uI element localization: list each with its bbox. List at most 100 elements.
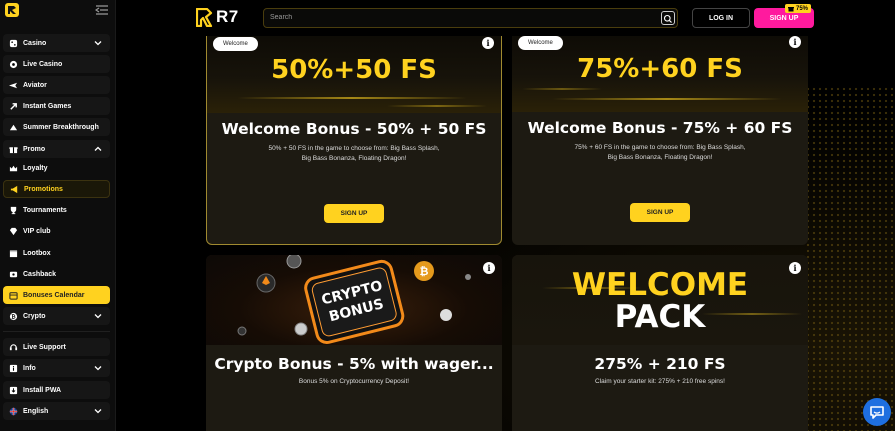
welcome-tag: Welcome [213, 37, 258, 51]
brand-name: R7 [216, 7, 239, 26]
sidebar-item-info[interactable]: Info [3, 359, 110, 377]
info-icon[interactable]: i [482, 37, 494, 49]
sidebar-item-crypto[interactable]: ₿ Crypto [3, 307, 110, 325]
promo-card[interactable]: Welcome i 50%+50 FS Welcome Bonus - 50% … [206, 36, 502, 245]
cashback-icon [9, 271, 18, 277]
promo-card-image: Welcome i 75%+60 FS [512, 36, 808, 112]
sun-icon [9, 124, 18, 130]
calendar-icon [9, 291, 18, 300]
sidebar-item-label: Info [23, 364, 36, 372]
box-icon [9, 249, 18, 257]
sidebar-item-promo[interactable]: Promo [3, 140, 110, 158]
sidebar-item-label: Live Support [23, 343, 66, 351]
card-title: Welcome Bonus - 50% + 50 FS [221, 120, 487, 138]
card-description: Claim your starter kit: 275% + 210 free … [595, 378, 725, 385]
sidebar-item-label: VIP club [23, 227, 51, 235]
sidebar-item-aviator[interactable]: Aviator [3, 76, 110, 94]
sidebar-divider [3, 331, 110, 332]
brand-logo[interactable]: R7 [196, 7, 239, 27]
card-title: Welcome Bonus - 75% + 60 FS [527, 119, 793, 137]
card-description: 75% + 60 FS in the game to choose from: … [574, 144, 746, 161]
sidebar-item-label: Crypto [23, 312, 46, 320]
promo-headline: 50%+50 FS [271, 55, 437, 85]
info-icon[interactable]: i [483, 262, 495, 274]
diamond-icon [9, 227, 18, 235]
card-title: Crypto Bonus - 5% with wager... [214, 355, 494, 373]
sidebar-item-label: Lootbox [23, 249, 51, 257]
login-button[interactable]: LOG IN [692, 8, 750, 28]
r7-logo-icon [196, 7, 213, 27]
promo-headline-line-2: PACK [614, 299, 706, 335]
info-icon[interactable]: i [789, 36, 801, 48]
promo-headline-line-1: WELCOME [571, 267, 749, 303]
sidebar-item-promotions[interactable]: Promotions [3, 180, 110, 198]
search-button[interactable] [661, 11, 675, 25]
signup-bonus-badge: 75% [785, 4, 812, 13]
sidebar-item-cashback[interactable]: Cashback [3, 265, 110, 283]
welcome-tag: Welcome [518, 36, 563, 50]
promo-card[interactable]: Welcome i 75%+60 FS Welcome Bonus - 75% … [512, 36, 808, 245]
sidebar-item-label: Install PWA [23, 386, 62, 394]
rocket-icon [10, 102, 17, 110]
sidebar-item-label: Tournaments [23, 206, 67, 214]
sidebar-item-lootbox[interactable]: Lootbox [3, 244, 110, 262]
sidebar-item-label: Promo [23, 145, 46, 153]
sidebar-item-install-pwa[interactable]: Install PWA [3, 381, 110, 399]
sidebar-item-instant-games[interactable]: Instant Games [3, 97, 110, 115]
collapse-sidebar-icon[interactable] [95, 3, 109, 17]
promo-card-image: ₿ CRYPTO BONUS i [206, 255, 502, 345]
casino-icon [9, 39, 18, 47]
brand-icon[interactable] [5, 3, 19, 17]
chevron-down-icon [94, 366, 102, 371]
search-icon [663, 14, 672, 23]
sidebar-item-label: Casino [23, 39, 47, 47]
sidebar-item-label: English [23, 407, 49, 415]
sidebar-item-tournaments[interactable]: Tournaments [3, 201, 110, 219]
search-input[interactable] [270, 14, 650, 21]
promo-card-image: Welcome i 50%+50 FS [207, 36, 501, 113]
promo-card[interactable]: i WELCOME PACK 275% + 210 FS Claim your … [512, 255, 808, 431]
svg-text:₿: ₿ [420, 265, 429, 278]
card-signup-button[interactable]: SIGN UP [324, 204, 384, 223]
sidebar-item-label: Instant Games [23, 102, 72, 110]
sidebar-item-label: Promotions [24, 185, 63, 193]
chat-icon [870, 406, 884, 419]
sidebar-item-label: Bonuses Calendar [23, 291, 85, 299]
promo-headline: 75%+60 FS [577, 54, 743, 84]
background-dot-pattern [805, 86, 895, 431]
sidebar-item-language[interactable]: English [3, 402, 110, 420]
signup-badge-text: 75% [796, 5, 809, 12]
sidebar-item-live-casino[interactable]: Live Casino [3, 55, 110, 73]
sidebar-item-loyalty[interactable]: Loyalty [3, 159, 110, 177]
crown-icon [9, 165, 18, 171]
glow-line [552, 98, 782, 100]
plane-icon [9, 82, 18, 88]
sidebar-item-label: Live Casino [23, 60, 63, 68]
glow-line [522, 88, 602, 90]
promo-card[interactable]: ₿ CRYPTO BONUS i Crypto Bonus - 5% with … [206, 255, 502, 431]
glow-line [387, 105, 487, 107]
chevron-down-icon [94, 314, 102, 319]
sidebar-item-bonuses-calendar[interactable]: Bonuses Calendar [3, 286, 110, 304]
sidebar-item-live-support[interactable]: Live Support [3, 338, 110, 356]
card-description: Bonus 5% on Cryptocurrency Deposit! [298, 378, 410, 385]
sidebar-item-summer-breakthrough[interactable]: Summer Breakthrough [3, 118, 110, 136]
promotions-grid: Welcome i 50%+50 FS Welcome Bonus - 50% … [117, 36, 895, 431]
search-bar [263, 8, 678, 28]
chevron-up-icon [94, 146, 102, 151]
trophy-icon [10, 206, 17, 214]
gift-icon [9, 146, 18, 153]
sidebar-item-casino[interactable]: Casino [3, 34, 110, 52]
live-chat-button[interactable] [863, 398, 891, 426]
card-title: 275% + 210 FS [594, 355, 726, 373]
card-signup-button[interactable]: SIGN UP [630, 203, 690, 222]
sidebar-top [0, 0, 115, 22]
info-icon [9, 364, 18, 372]
promo-card-image: i WELCOME PACK [512, 255, 808, 345]
svg-text:₿: ₿ [11, 313, 16, 320]
sidebar-item-label: Cashback [23, 270, 57, 278]
headset-icon [9, 343, 18, 350]
sidebar-item-vip-club[interactable]: VIP club [3, 222, 110, 240]
megaphone-icon [10, 185, 18, 193]
gift-icon [788, 6, 794, 11]
